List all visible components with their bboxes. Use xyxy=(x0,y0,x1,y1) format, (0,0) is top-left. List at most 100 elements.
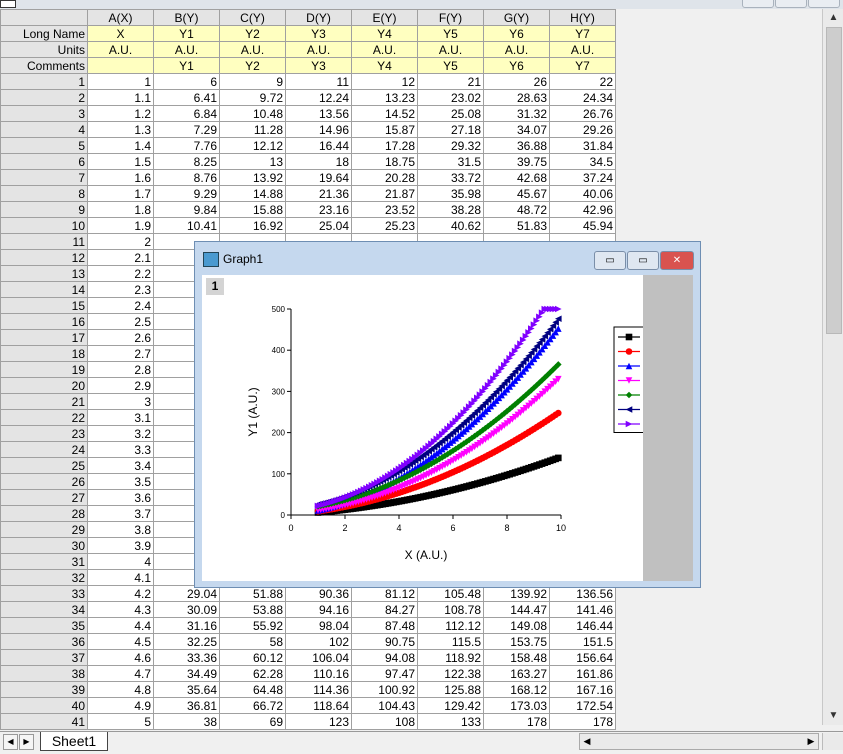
data-cell[interactable]: 31.16 xyxy=(153,617,220,634)
row-header[interactable]: 12 xyxy=(0,249,88,266)
row-header[interactable]: 29 xyxy=(0,521,88,538)
data-cell[interactable]: 3.4 xyxy=(87,457,154,474)
data-cell[interactable]: 45.94 xyxy=(549,217,616,234)
data-cell[interactable]: 38.28 xyxy=(417,201,484,218)
data-cell[interactable]: 45.67 xyxy=(483,185,550,202)
data-cell[interactable]: 12.24 xyxy=(285,89,352,106)
data-cell[interactable]: 23.16 xyxy=(285,201,352,218)
data-cell[interactable]: 34.07 xyxy=(483,121,550,138)
data-cell[interactable]: 141.46 xyxy=(549,601,616,618)
data-cell[interactable]: 104.43 xyxy=(351,697,418,714)
data-cell[interactable]: 7.76 xyxy=(153,137,220,154)
data-cell[interactable]: 3.9 xyxy=(87,537,154,554)
data-cell[interactable]: 2 xyxy=(87,233,154,250)
data-cell[interactable]: 3.5 xyxy=(87,473,154,490)
tab-next-icon[interactable]: ▶ xyxy=(19,734,34,750)
data-cell[interactable]: 4.6 xyxy=(87,649,154,666)
meta-cell[interactable]: Y7 xyxy=(549,25,616,42)
data-cell[interactable]: 37.24 xyxy=(549,169,616,186)
row-header[interactable]: 5 xyxy=(0,137,88,154)
graph-page[interactable]: 1 0 2 4 6 8 10 0 100 200 300 400 500 X (A.U.) Y1 (A.U… xyxy=(202,275,693,581)
row-header[interactable]: 9 xyxy=(0,201,88,218)
row-header[interactable]: 38 xyxy=(0,665,88,682)
meta-cell[interactable]: A.U. xyxy=(483,41,550,58)
row-header[interactable]: 27 xyxy=(0,489,88,506)
data-cell[interactable]: 84.27 xyxy=(351,601,418,618)
data-cell[interactable]: 25.08 xyxy=(417,105,484,122)
data-cell[interactable]: 108 xyxy=(351,713,418,730)
row-header[interactable]: 39 xyxy=(0,681,88,698)
data-cell[interactable]: 25.23 xyxy=(351,217,418,234)
vertical-scrollbar[interactable]: ▲ ▼ xyxy=(822,9,843,725)
row-header[interactable]: 36 xyxy=(0,633,88,650)
data-cell[interactable]: 1.9 xyxy=(87,217,154,234)
data-cell[interactable]: 21 xyxy=(417,73,484,90)
data-cell[interactable]: 3.2 xyxy=(87,425,154,442)
data-cell[interactable]: 29.26 xyxy=(549,121,616,138)
graph-restore-button[interactable]: ▭ xyxy=(627,251,659,270)
data-cell[interactable]: 1.2 xyxy=(87,105,154,122)
data-cell[interactable]: 24.34 xyxy=(549,89,616,106)
data-cell[interactable]: 90.75 xyxy=(351,633,418,650)
row-header[interactable]: 23 xyxy=(0,425,88,442)
data-cell[interactable]: 20.28 xyxy=(351,169,418,186)
data-cell[interactable]: 36.88 xyxy=(483,137,550,154)
data-cell[interactable]: 118.92 xyxy=(417,649,484,666)
data-cell[interactable]: 112.12 xyxy=(417,617,484,634)
data-cell[interactable]: 94.16 xyxy=(285,601,352,618)
meta-cell[interactable]: Y2 xyxy=(219,25,286,42)
row-header[interactable]: 14 xyxy=(0,281,88,298)
data-cell[interactable]: 7.29 xyxy=(153,121,220,138)
data-cell[interactable]: 13 xyxy=(219,153,286,170)
data-cell[interactable]: 31.5 xyxy=(417,153,484,170)
data-cell[interactable]: 4.4 xyxy=(87,617,154,634)
data-cell[interactable]: 62.28 xyxy=(219,665,286,682)
data-cell[interactable]: 9 xyxy=(219,73,286,90)
data-cell[interactable]: 12.12 xyxy=(219,137,286,154)
graph-close-button[interactable]: ✕ xyxy=(660,251,694,270)
graph-window[interactable]: Graph1 ▭ ▭ ✕ 1 0 2 4 6 8 10 0 100 200 300 400 500 X … xyxy=(194,241,701,588)
meta-cell[interactable]: A.U. xyxy=(351,41,418,58)
data-cell[interactable]: 16.44 xyxy=(285,137,352,154)
data-cell[interactable]: 9.84 xyxy=(153,201,220,218)
meta-cell[interactable]: Y3 xyxy=(285,25,352,42)
row-header[interactable]: 15 xyxy=(0,297,88,314)
meta-cell[interactable]: Y7 xyxy=(549,57,616,74)
data-cell[interactable]: 123 xyxy=(285,713,352,730)
data-cell[interactable]: 115.5 xyxy=(417,633,484,650)
data-cell[interactable]: 167.16 xyxy=(549,681,616,698)
column-header[interactable]: B(Y) xyxy=(153,9,220,26)
data-cell[interactable]: 38 xyxy=(153,713,220,730)
data-cell[interactable]: 66.72 xyxy=(219,697,286,714)
row-header[interactable]: 7 xyxy=(0,169,88,186)
data-cell[interactable]: 9.29 xyxy=(153,185,220,202)
row-header[interactable]: 21 xyxy=(0,393,88,410)
data-cell[interactable]: 4.8 xyxy=(87,681,154,698)
data-cell[interactable]: 173.03 xyxy=(483,697,550,714)
data-cell[interactable]: 2.1 xyxy=(87,249,154,266)
meta-row-label[interactable]: Long Name xyxy=(0,25,88,42)
grid-corner[interactable] xyxy=(0,9,88,26)
data-cell[interactable]: 31.84 xyxy=(549,137,616,154)
row-header[interactable]: 35 xyxy=(0,617,88,634)
data-cell[interactable]: 23.52 xyxy=(351,201,418,218)
meta-cell[interactable]: Y6 xyxy=(483,25,550,42)
data-cell[interactable]: 178 xyxy=(549,713,616,730)
data-cell[interactable]: 156.64 xyxy=(549,649,616,666)
row-header[interactable]: 30 xyxy=(0,537,88,554)
data-cell[interactable]: 100.92 xyxy=(351,681,418,698)
row-header[interactable]: 3 xyxy=(0,105,88,122)
data-cell[interactable]: 2.7 xyxy=(87,345,154,362)
column-header[interactable]: F(Y) xyxy=(417,9,484,26)
data-cell[interactable]: 2.8 xyxy=(87,361,154,378)
row-header[interactable]: 13 xyxy=(0,265,88,282)
meta-row-label[interactable]: Comments xyxy=(0,57,88,74)
data-cell[interactable]: 3.6 xyxy=(87,489,154,506)
data-cell[interactable]: 1.3 xyxy=(87,121,154,138)
data-cell[interactable]: 14.96 xyxy=(285,121,352,138)
data-cell[interactable]: 3.1 xyxy=(87,409,154,426)
meta-cell[interactable]: A.U. xyxy=(285,41,352,58)
data-cell[interactable]: 3.7 xyxy=(87,505,154,522)
data-cell[interactable]: 168.12 xyxy=(483,681,550,698)
data-cell[interactable]: 1.1 xyxy=(87,89,154,106)
